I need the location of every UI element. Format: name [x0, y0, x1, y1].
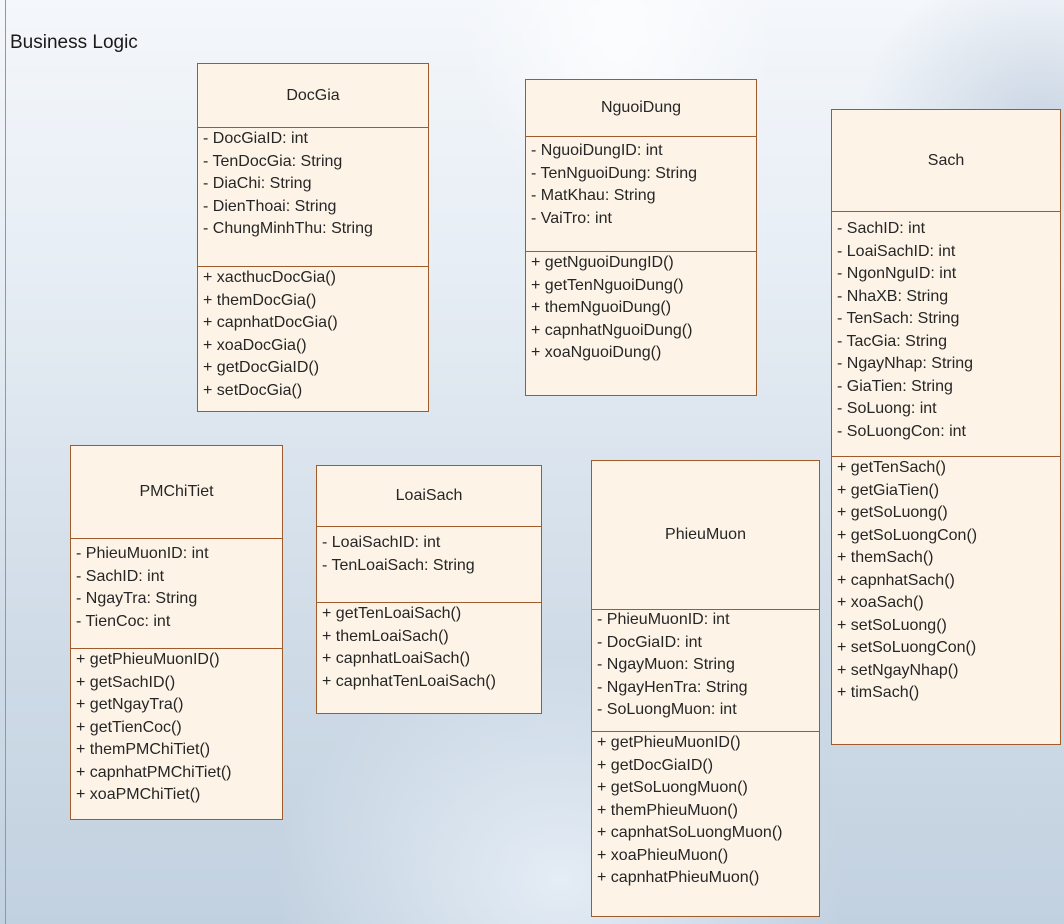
attributes-compartment: - LoaiSachID: int - TenLoaiSach: String	[317, 526, 541, 603]
operation-line: + themLoaiSach()	[322, 627, 449, 645]
operation-line: + capnhatNguoiDung()	[531, 321, 693, 339]
operation-line: + capnhatPhieuMuon()	[597, 869, 760, 886]
attribute-line: - NguoiDungID: int	[531, 142, 663, 159]
attribute-line: - NgayHenTra: String	[597, 678, 748, 696]
attribute-line: - DocGiaID: int	[203, 130, 308, 147]
attributes-compartment: - PhieuMuonID: int - SachID: int - NgayTra…	[71, 538, 282, 649]
operations-compartment: + getPhieuMuonID() + getSachID() + getNgay…	[71, 649, 282, 807]
attribute-line: - DiaChi: String	[203, 175, 312, 192]
class-name: Sach	[832, 110, 1060, 212]
operation-line: + getNguoiDungID()	[531, 254, 674, 271]
operations-compartment: + getPhieuMuonID() + getDocGiaID() + getSo…	[592, 732, 819, 890]
attribute-line: - VaiTro: int	[531, 209, 612, 227]
class-name: PhieuMuon	[592, 461, 819, 610]
operation-line: + getTienCoc()	[76, 718, 182, 736]
operation-line: + getNgayTra()	[76, 696, 184, 713]
attribute-line: - NgayMuon: String	[597, 656, 735, 673]
class-name: NguoiDung	[526, 80, 756, 137]
attribute-line: - GiaTien: String	[837, 377, 953, 395]
operation-line: + timSach()	[837, 684, 920, 701]
operation-line: + xoaSach()	[837, 594, 924, 611]
operation-line: + getSoLuongMuon()	[597, 779, 748, 796]
attributes-compartment: - NguoiDungID: int - TenNguoiDung: String…	[526, 136, 756, 252]
operation-line: + capnhatTenLoaiSach()	[322, 672, 496, 690]
attribute-line: - SoLuong: int	[837, 400, 937, 417]
diagram-canvas: Business Logic DocGia - DocGiaID: int - Te…	[0, 0, 1064, 924]
operation-line: + xoaPhieuMuon()	[597, 846, 729, 864]
operation-line: + capnhatPMChiTiet()	[76, 763, 232, 781]
operation-line: + setDocGia()	[203, 381, 303, 399]
operation-line: + getTenLoaiSach()	[322, 605, 462, 622]
operation-line: + setSoLuongCon()	[837, 639, 977, 656]
class-pmchitiet[interactable]: PMChiTiet - PhieuMuonID: int - SachID: int…	[70, 445, 283, 820]
operation-line: + getSachID()	[76, 673, 176, 691]
attribute-line: - TienCoc: int	[76, 612, 171, 630]
operation-line: + capnhatSach()	[837, 571, 955, 589]
class-sach[interactable]: Sach - SachID: int - LoaiSachID: int - Ngon…	[831, 109, 1061, 745]
attributes-compartment: - DocGiaID: int - TenDocGia: String - DiaC…	[198, 127, 428, 267]
class-nguoidung[interactable]: NguoiDung - NguoiDungID: int - TenNguoiDun…	[525, 79, 757, 396]
operation-line: + getSoLuongCon()	[837, 526, 978, 544]
attribute-line: - ChungMinhThu: String	[203, 220, 373, 237]
attribute-line: - MatKhau: String	[531, 187, 656, 204]
attribute-line: - TenLoaiSach: String	[322, 556, 475, 574]
class-phieumuon[interactable]: PhieuMuon - PhieuMuonID: int - DocGiaID: i…	[591, 460, 820, 917]
attribute-line: - DienThoai: String	[203, 197, 337, 215]
attribute-line: - NgayTra: String	[76, 590, 198, 607]
operations-compartment: + getNguoiDungID() + getTenNguoiDung() + t…	[526, 252, 756, 365]
operation-line: + getPhieuMuonID()	[597, 734, 741, 751]
attribute-line: - TenSach: String	[837, 310, 960, 327]
attribute-line: - SoLuongCon: int	[837, 422, 966, 440]
attribute-line: - LoaiSachID: int	[322, 534, 441, 551]
operation-line: + capnhatLoaiSach()	[322, 650, 471, 667]
operation-line: + xoaNguoiDung()	[531, 344, 662, 361]
operation-line: + getTenNguoiDung()	[531, 276, 684, 294]
operation-line: + getGiaTien()	[837, 481, 940, 499]
operation-line: + themNguoiDung()	[531, 299, 672, 316]
operation-line: + xacthucDocGia()	[203, 269, 336, 286]
operation-line: + getDocGiaID()	[203, 359, 320, 376]
operation-line: + getPhieuMuonID()	[76, 651, 220, 668]
operation-line: + capnhatSoLuongMuon()	[597, 824, 783, 841]
operation-line: + capnhatDocGia()	[203, 314, 338, 331]
attribute-line: - SachID: int	[837, 220, 926, 237]
class-name: LoaiSach	[317, 466, 541, 527]
operation-line: + themDocGia()	[203, 291, 317, 309]
frame-border	[5, 0, 6, 924]
operation-line: + getDocGiaID()	[597, 756, 714, 774]
class-name: PMChiTiet	[71, 446, 282, 539]
class-loaisach[interactable]: LoaiSach - LoaiSachID: int - TenLoaiSach: …	[316, 465, 542, 714]
diagram-title: Business Logic	[10, 32, 138, 53]
attribute-line: - LoaiSachID: int	[837, 242, 956, 260]
operation-line: + getSoLuong()	[837, 504, 948, 521]
class-name: DocGia	[198, 64, 428, 128]
attribute-line: - DocGiaID: int	[597, 633, 702, 651]
operation-line: + themPMChiTiet()	[76, 741, 211, 758]
attribute-line: - NgayNhap: String	[837, 355, 974, 372]
attribute-line: - SoLuongMuon: int	[597, 701, 737, 718]
operation-line: + themSach()	[837, 549, 934, 566]
attribute-line: - TenDocGia: String	[203, 152, 343, 170]
attributes-compartment: - PhieuMuonID: int - DocGiaID: int - NgayM…	[592, 609, 819, 732]
operation-line: + xoaPMChiTiet()	[76, 786, 201, 803]
attribute-line: - NgonNguID: int	[837, 265, 957, 282]
attribute-line: - SachID: int	[76, 567, 165, 585]
operation-line: + themPhieuMuon()	[597, 801, 738, 819]
attribute-line: - PhieuMuonID: int	[76, 545, 209, 562]
operation-line: + setSoLuong()	[837, 616, 947, 634]
operations-compartment: + getTenLoaiSach() + themLoaiSach() + capn…	[317, 603, 541, 693]
operation-line: + xoaDocGia()	[203, 336, 307, 354]
attribute-line: - TacGia: String	[837, 332, 947, 350]
operations-compartment: + xacthucDocGia() + themDocGia() + capnhat…	[198, 267, 428, 402]
operation-line: + setNgayNhap()	[837, 661, 959, 679]
attribute-line: - NhaXB: String	[837, 287, 949, 305]
operations-compartment: + getTenSach() + getGiaTien() + getSoLuong…	[832, 457, 1060, 705]
attribute-line: - TenNguoiDung: String	[531, 164, 698, 182]
attribute-line: - PhieuMuonID: int	[597, 611, 730, 628]
class-docgia[interactable]: DocGia - DocGiaID: int - TenDocGia: String…	[197, 63, 429, 412]
attributes-compartment: - SachID: int - LoaiSachID: int - NgonNguI…	[832, 211, 1060, 457]
operation-line: + getTenSach()	[837, 459, 946, 476]
